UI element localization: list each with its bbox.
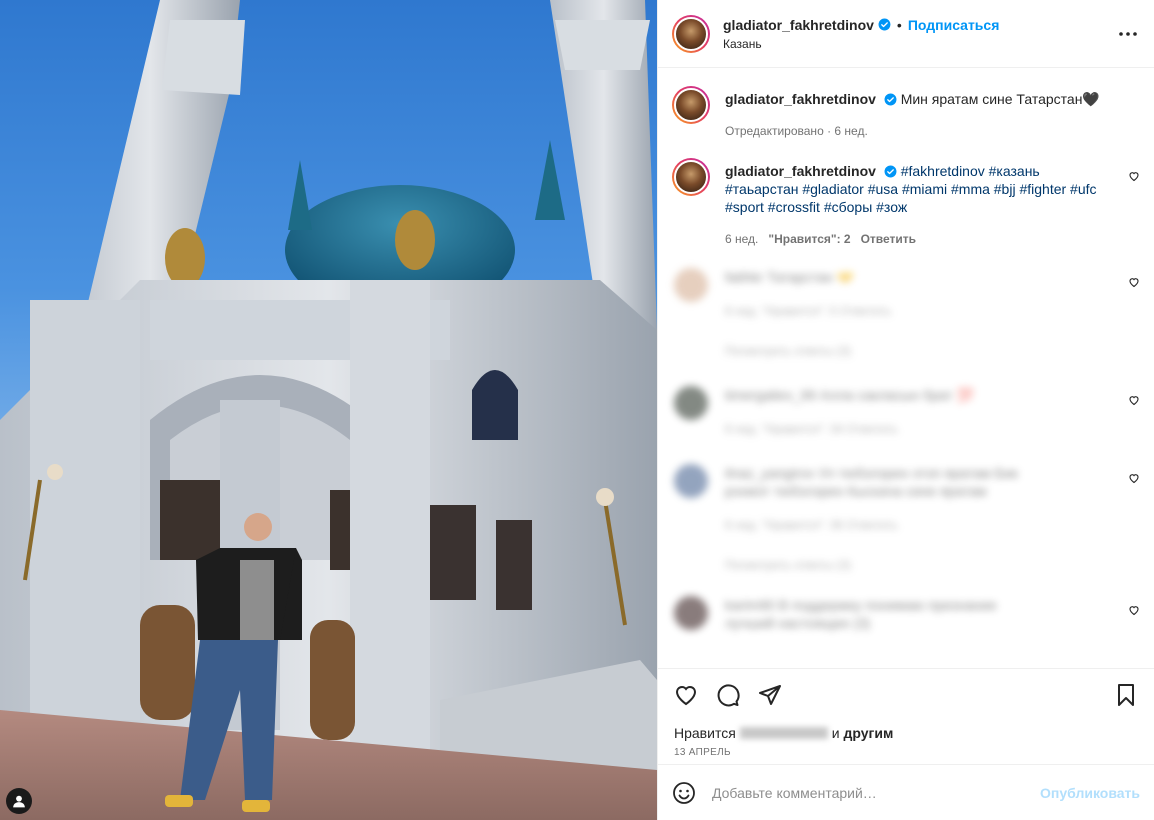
view-replies-button[interactable]: Посмотреть ответы (3) bbox=[725, 342, 1110, 360]
comment-avatar[interactable] bbox=[672, 158, 710, 196]
comments-list[interactable]: gladiator_fakhretdinov Мин яратам сине Т… bbox=[658, 68, 1154, 668]
verified-badge-icon bbox=[884, 93, 897, 106]
mosque-image bbox=[0, 0, 657, 820]
comment-item: gladiator_fakhretdinov #fakhretdinov #ка… bbox=[672, 158, 1140, 248]
comment-reply-button[interactable]: Ответить bbox=[861, 232, 916, 246]
comment-text: fatihkr Татарстан 🤝 bbox=[725, 269, 855, 285]
publish-comment-button[interactable]: Опубликовать bbox=[1040, 785, 1140, 801]
tagged-people-button[interactable] bbox=[6, 788, 32, 814]
comment-item: karim90 В поддержку понимаю признание лу… bbox=[672, 596, 1140, 632]
more-options-button[interactable] bbox=[1118, 24, 1138, 44]
comment-text: timergaliev_99 Алла сакласын брат 💯 bbox=[725, 387, 975, 403]
comment-text: karim90 В поддержку понимаю признание bbox=[725, 597, 997, 613]
author-username[interactable]: gladiator_fakhretdinov bbox=[723, 17, 874, 33]
view-replies-button[interactable]: Посмотреть ответы (3) bbox=[725, 556, 1060, 574]
post-location[interactable]: Казань bbox=[723, 37, 999, 51]
likes-summary[interactable]: Нравится и другим bbox=[674, 725, 1138, 741]
comment-meta: 6 нед. "Нравится": 5 Ответить bbox=[725, 304, 892, 318]
header-separator: • bbox=[896, 16, 902, 33]
more-horizontal-icon bbox=[1119, 32, 1137, 36]
caption-meta: Отредактировано · 6 нед. bbox=[725, 124, 868, 138]
caption-text: Мин яратам сине Татарстан🖤 bbox=[900, 91, 1100, 107]
save-bookmark-icon[interactable] bbox=[1114, 683, 1138, 707]
share-paper-plane-icon[interactable] bbox=[758, 683, 782, 707]
post-caption: gladiator_fakhretdinov Мин яратам сине Т… bbox=[672, 86, 1140, 140]
liked-by-user[interactable] bbox=[739, 727, 828, 739]
comment-avatar[interactable] bbox=[674, 464, 708, 498]
comment-like-heart-icon[interactable] bbox=[1128, 604, 1140, 616]
add-comment-bar: Опубликовать bbox=[658, 764, 1154, 820]
caption-username[interactable]: gladiator_fakhretdinov bbox=[725, 91, 876, 107]
comment-input[interactable] bbox=[712, 784, 1041, 801]
follow-button[interactable]: Подписаться bbox=[908, 17, 1000, 33]
post-header: gladiator_fakhretdinov • Подписаться Каз… bbox=[658, 0, 1154, 68]
author-avatar[interactable] bbox=[672, 14, 710, 53]
comment-like-heart-icon[interactable] bbox=[1128, 276, 1140, 288]
comment-avatar[interactable] bbox=[674, 596, 708, 630]
verified-badge-icon bbox=[878, 18, 891, 31]
comment-like-heart-icon[interactable] bbox=[1128, 394, 1140, 406]
likes-others-link[interactable]: другим bbox=[844, 725, 894, 741]
comment-meta: лучший настоящее (3) bbox=[725, 615, 871, 631]
person-icon bbox=[13, 795, 25, 808]
comment-time[interactable]: 6 нед. bbox=[725, 232, 758, 246]
like-heart-icon[interactable] bbox=[674, 683, 698, 707]
comment-item: ilnaz_yangirov Ул тюбэлэрен этэп яратам … bbox=[672, 464, 1140, 574]
post-date[interactable]: 13 АПРЕЛЬ bbox=[674, 747, 1138, 758]
comment-meta: 6 нед. "Нравится": 36 Ответить bbox=[725, 518, 898, 532]
caption-avatar[interactable] bbox=[672, 86, 710, 124]
comment-meta: 6 нед. "Нравится": 34 Ответить bbox=[725, 422, 898, 436]
comment-text: ilnaz_yangirov Ул тюбэлэрен этэп яратам … bbox=[725, 465, 1018, 499]
comment-item: timergaliev_99 Алла сакласын брат 💯 6 не… bbox=[672, 386, 1140, 438]
post-actions: Нравится и другим 13 АПРЕЛЬ bbox=[658, 668, 1154, 758]
emoji-icon[interactable] bbox=[672, 781, 696, 805]
comment-username[interactable]: gladiator_fakhretdinov bbox=[725, 163, 876, 179]
verified-badge-icon bbox=[884, 165, 897, 178]
likes-and: и bbox=[831, 725, 840, 741]
comment-like-heart-icon[interactable] bbox=[1128, 170, 1140, 182]
comment-like-heart-icon[interactable] bbox=[1128, 472, 1140, 484]
likes-prefix: Нравится bbox=[674, 725, 736, 741]
comment-item: fatihkr Татарстан 🤝 6 нед. "Нравится": 5… bbox=[672, 268, 1140, 360]
comment-likes[interactable]: "Нравится": 2 bbox=[768, 232, 850, 246]
comment-bubble-icon[interactable] bbox=[716, 683, 740, 707]
comment-avatar[interactable] bbox=[674, 268, 708, 302]
post-side-panel: gladiator_fakhretdinov • Подписаться Каз… bbox=[657, 0, 1154, 820]
comment-avatar[interactable] bbox=[674, 386, 708, 420]
post-photo[interactable] bbox=[0, 0, 657, 820]
